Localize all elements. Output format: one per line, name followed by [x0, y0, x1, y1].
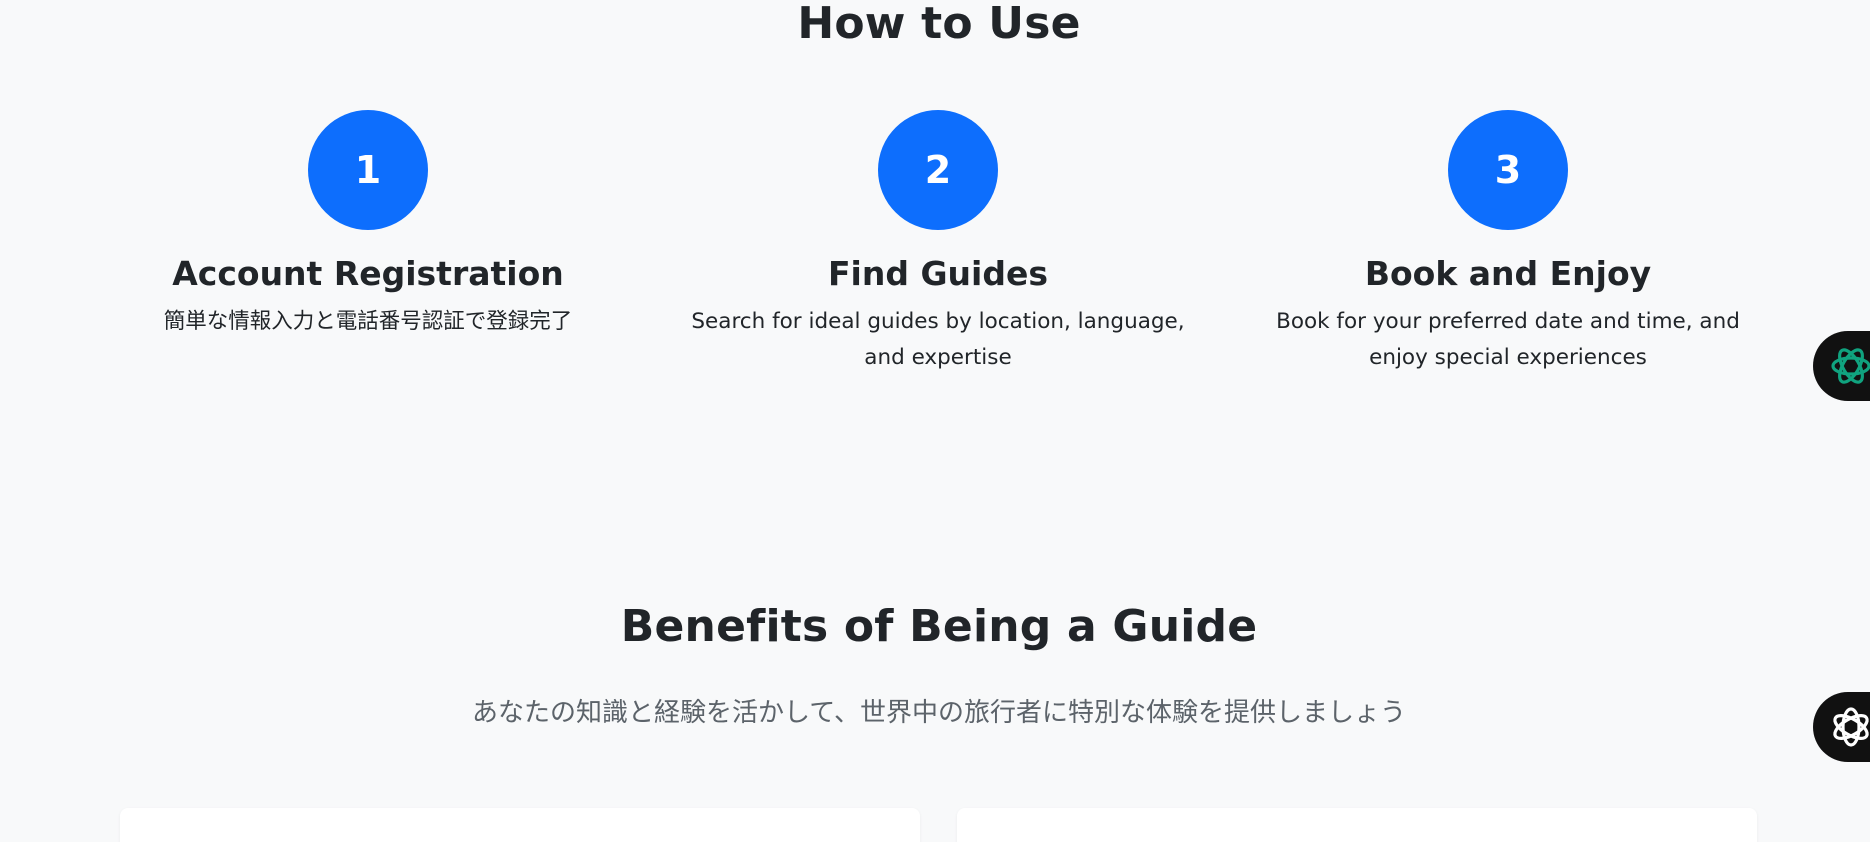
chat-assistant-widget[interactable] [1813, 331, 1870, 401]
assistant-widget[interactable] [1813, 692, 1870, 762]
step-2-description: Search for ideal guides by location, lan… [691, 309, 1185, 370]
step-3-title: Book and Enjoy [1364, 254, 1652, 293]
step-1: 1 Account Registration 簡単な情報入力と電話番号認証で登録… [88, 110, 648, 340]
step-3-number-badge: 3 [1448, 110, 1568, 230]
benefits-subtitle: あなたの知識と経験を活かして、世界中の旅行者に特別な体験を提供しましょう [472, 698, 1406, 728]
step-2-number-badge: 2 [878, 110, 998, 230]
benefit-card-1 [120, 808, 920, 842]
step-1-number-badge: 1 [308, 110, 428, 230]
step-2: 2 Find Guides Search for ideal guides by… [658, 110, 1218, 376]
how-to-use-title: How to Use [797, 0, 1081, 49]
step-2-title: Find Guides [828, 254, 1048, 293]
openai-white-icon [1827, 703, 1870, 751]
benefit-card-2 [957, 808, 1757, 842]
step-3-description: Book for your preferred date and time, a… [1276, 309, 1740, 370]
step-1-description: 簡単な情報入力と電話番号認証で登録完了 [163, 309, 573, 334]
step-3: 3 Book and Enjoy Book for your preferred… [1228, 110, 1788, 376]
benefits-title: Benefits of Being a Guide [620, 601, 1258, 652]
openai-green-icon [1827, 342, 1870, 390]
step-1-title: Account Registration [172, 254, 564, 293]
page: How to Use 1 Account Registration 簡単な情報入… [0, 0, 1870, 842]
